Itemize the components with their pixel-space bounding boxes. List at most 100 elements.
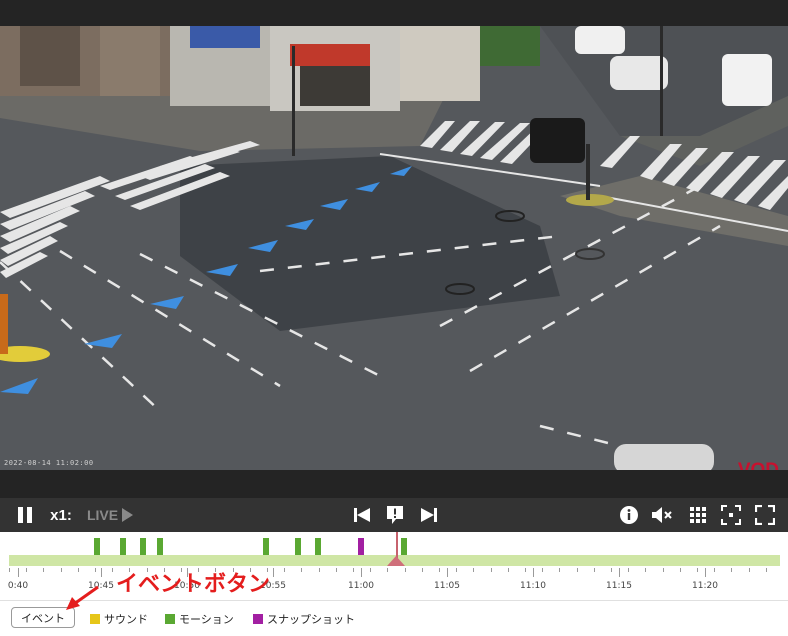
legend-bar: イベント サウンド モーション スナップショット	[0, 600, 788, 636]
minor-tick	[9, 568, 10, 572]
video-player[interactable]: 2022-08-14 11:02:00 VOD	[0, 26, 788, 470]
mute-icon	[651, 506, 673, 524]
speed-button[interactable]: x1:	[46, 498, 76, 532]
time-label: 11:00	[348, 581, 374, 591]
minor-tick	[749, 568, 750, 572]
camera-view	[0, 26, 788, 470]
time-label: 11:05	[434, 581, 460, 591]
motion-event-marker[interactable]	[401, 538, 407, 555]
minor-tick	[491, 568, 492, 572]
event-mark-icon	[385, 505, 405, 525]
minor-tick	[697, 568, 698, 572]
time-label: 11:20	[692, 581, 718, 591]
info-button[interactable]	[617, 498, 641, 532]
minor-tick	[663, 568, 664, 572]
legend-label-snapshot: スナップショット	[267, 613, 355, 626]
minor-tick	[284, 568, 285, 572]
minor-tick	[95, 568, 96, 572]
minor-tick	[525, 568, 526, 572]
grid-icon	[689, 506, 707, 524]
minor-tick	[731, 568, 732, 572]
next-event-button[interactable]	[417, 498, 441, 532]
motion-swatch	[165, 614, 175, 624]
live-label: LIVE	[86, 507, 119, 523]
minor-tick	[645, 568, 646, 572]
motion-event-marker[interactable]	[140, 538, 147, 555]
time-label: 11:15	[606, 581, 632, 591]
play-icon	[121, 508, 134, 522]
speed-label: x1:	[50, 506, 72, 524]
motion-event-marker[interactable]	[120, 538, 127, 555]
major-tick	[447, 568, 448, 577]
minor-tick	[422, 568, 423, 572]
sound-swatch	[90, 614, 100, 624]
minor-tick	[43, 568, 44, 572]
mute-button[interactable]	[650, 498, 674, 532]
info-icon	[619, 505, 639, 525]
major-tick	[619, 568, 620, 577]
snapshot-button[interactable]	[719, 498, 743, 532]
video-timestamp: 2022-08-14 11:02:00	[4, 459, 94, 467]
minor-tick	[387, 568, 388, 572]
minor-tick	[301, 568, 302, 572]
minor-tick	[594, 568, 595, 572]
major-tick	[533, 568, 534, 577]
major-tick	[101, 568, 102, 577]
legend-label-sound: サウンド	[104, 613, 148, 626]
pause-icon	[16, 506, 34, 524]
minor-tick	[353, 568, 354, 572]
minor-tick	[766, 568, 767, 572]
snapshot-frame-icon	[721, 505, 741, 525]
motion-event-marker[interactable]	[294, 538, 301, 555]
grid-button[interactable]	[686, 498, 710, 532]
minor-tick	[628, 568, 629, 572]
time-label: 11:10	[520, 581, 546, 591]
major-tick	[273, 568, 274, 577]
player-gap-bar	[0, 470, 788, 498]
event-mark-button[interactable]	[383, 498, 407, 532]
annotation-arrow-icon	[66, 585, 99, 610]
annotation-label: イベントボタン	[116, 572, 271, 597]
snapshot-event-marker[interactable]	[358, 538, 364, 555]
minor-tick	[26, 568, 27, 572]
minor-tick	[61, 568, 62, 572]
minor-tick	[336, 568, 337, 572]
legend-label-motion: モーション	[179, 613, 234, 626]
minor-tick	[680, 568, 681, 572]
fullscreen-icon	[755, 505, 775, 525]
minor-tick	[611, 568, 612, 572]
legend-item-motion: モーション	[165, 611, 234, 627]
live-button[interactable]: LIVE	[82, 498, 138, 532]
time-label: 0:40	[7, 581, 29, 591]
motion-event-marker[interactable]	[157, 538, 164, 555]
minor-tick	[577, 568, 578, 572]
motion-event-marker[interactable]	[94, 538, 101, 555]
minor-tick	[714, 568, 715, 572]
minor-tick	[78, 568, 79, 572]
legend-item-snapshot: スナップショット	[253, 611, 355, 627]
minor-tick	[112, 568, 113, 572]
fullscreen-button[interactable]	[753, 498, 777, 532]
major-tick	[18, 568, 19, 577]
vod-badge: VOD	[738, 460, 779, 470]
minor-tick	[559, 568, 560, 572]
minor-tick	[405, 568, 406, 572]
minor-tick	[439, 568, 440, 572]
snapshot-swatch	[253, 614, 263, 624]
motion-event-marker[interactable]	[263, 538, 270, 555]
pause-button[interactable]	[14, 498, 36, 532]
minor-tick	[508, 568, 509, 572]
minor-tick	[542, 568, 543, 572]
playhead-handle[interactable]	[387, 556, 405, 566]
minor-tick	[319, 568, 320, 572]
motion-event-marker[interactable]	[315, 538, 321, 555]
skip-previous-icon	[353, 506, 371, 524]
player-controls: x1: LIVE	[0, 498, 788, 532]
minor-tick	[473, 568, 474, 572]
major-tick	[705, 568, 706, 577]
top-bar	[0, 0, 788, 26]
minor-tick	[370, 568, 371, 572]
previous-event-button[interactable]	[350, 498, 374, 532]
skip-next-icon	[420, 506, 438, 524]
minor-tick	[456, 568, 457, 572]
